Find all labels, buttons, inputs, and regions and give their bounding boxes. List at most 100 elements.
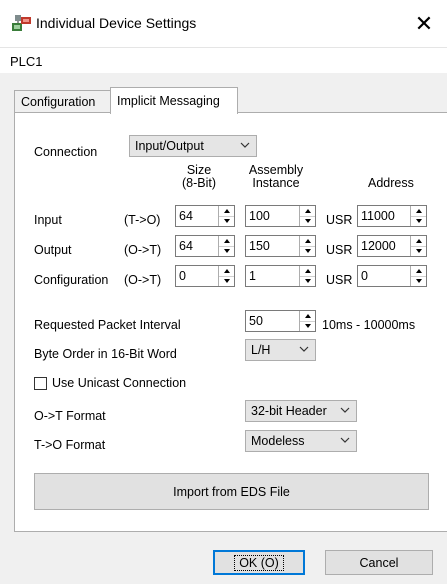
title-bar: Individual Device Settings ✕	[0, 0, 447, 47]
stepper-buttons	[410, 206, 426, 226]
chevron-down-icon	[340, 437, 350, 443]
output-label: Output	[34, 243, 72, 257]
size-header: Size (8-Bit)	[171, 164, 227, 190]
stepper-buttons	[299, 266, 315, 286]
arrow-down-icon	[415, 249, 422, 253]
import-eds-button[interactable]: Import from EDS File	[34, 473, 429, 510]
arrow-up-icon	[223, 269, 230, 273]
rpi-range: 10ms - 10000ms	[322, 318, 416, 332]
stepper-down-button[interactable]	[411, 216, 426, 226]
tab-implicit-messaging[interactable]: Implicit Messaging	[110, 87, 238, 114]
arrow-down-icon	[304, 279, 311, 283]
configuration-size-value: 0	[179, 269, 186, 283]
input-instance-stepper[interactable]: 100	[245, 205, 316, 227]
arrow-down-icon	[415, 279, 422, 283]
device-header: PLC1	[0, 47, 447, 73]
close-button[interactable]: ✕	[401, 0, 447, 47]
to-format-value: Modeless	[251, 434, 305, 448]
byte-order-label: Byte Order in 16-Bit Word	[34, 347, 177, 361]
network-devices-icon	[12, 15, 31, 31]
input-size-stepper[interactable]: 64	[175, 205, 235, 227]
arrow-down-icon	[223, 279, 230, 283]
stepper-buttons	[299, 236, 315, 256]
byte-order-select[interactable]: L/H	[245, 339, 316, 361]
configuration-size-stepper[interactable]: 0	[175, 265, 235, 287]
implicit-messaging-panel: Connection Input/Output Size (8-Bit) Ass…	[14, 112, 447, 532]
tab-configuration[interactable]: Configuration	[14, 90, 111, 112]
arrow-down-icon	[415, 219, 422, 223]
stepper-buttons	[410, 236, 426, 256]
configuration-address-stepper[interactable]: 0	[357, 265, 427, 287]
input-label: Input	[34, 213, 62, 227]
stepper-buttons	[218, 206, 234, 226]
configuration-direction: (O->T)	[124, 273, 162, 287]
output-size-stepper[interactable]: 64	[175, 235, 235, 257]
input-size-value: 64	[179, 209, 193, 223]
address-header: Address	[368, 176, 414, 190]
stepper-down-button[interactable]	[411, 276, 426, 286]
rpi-label: Requested Packet Interval	[34, 318, 181, 332]
tab-label: Implicit Messaging	[117, 94, 220, 108]
to-format-select[interactable]: Modeless	[245, 430, 357, 452]
ok-button[interactable]: OK (O)	[213, 550, 305, 575]
arrow-up-icon	[304, 269, 311, 273]
tab-label: Configuration	[21, 94, 96, 109]
input-address-stepper[interactable]: 11000	[357, 205, 427, 227]
stepper-down-button[interactable]	[300, 216, 315, 226]
arrow-up-icon	[415, 209, 422, 213]
close-icon: ✕	[414, 10, 434, 36]
ok-label: OK (O)	[234, 554, 284, 571]
arrow-down-icon	[304, 249, 311, 253]
configuration-address-prefix: USR	[326, 273, 353, 287]
device-name: PLC1	[10, 54, 43, 69]
input-address-value: 11000	[361, 209, 395, 223]
arrow-up-icon	[223, 239, 230, 243]
arrow-down-icon	[223, 249, 230, 253]
chevron-down-icon	[240, 142, 250, 148]
connection-value: Input/Output	[135, 139, 204, 153]
stepper-down-button[interactable]	[219, 276, 234, 286]
configuration-address-value: 0	[361, 269, 368, 283]
output-address-value: 12000	[361, 239, 396, 253]
output-address-prefix: USR	[326, 243, 353, 257]
connection-select[interactable]: Input/Output	[129, 135, 257, 157]
size-header-line2: (8-Bit)	[181, 176, 217, 190]
ot-format-value: 32-bit Header	[251, 404, 327, 418]
configuration-label: Configuration	[34, 273, 109, 287]
input-instance-value: 100	[249, 209, 270, 223]
assembly-header-line2: Instance	[252, 176, 300, 190]
output-address-stepper[interactable]: 12000	[357, 235, 427, 257]
output-instance-stepper[interactable]: 150	[245, 235, 316, 257]
rpi-value: 50	[249, 314, 263, 328]
rpi-stepper[interactable]: 50	[245, 310, 316, 332]
unicast-label: Use Unicast Connection	[52, 376, 187, 390]
stepper-down-button[interactable]	[411, 246, 426, 256]
stepper-buttons	[299, 206, 315, 226]
connection-label: Connection	[34, 145, 98, 159]
configuration-instance-stepper[interactable]: 1	[245, 265, 316, 287]
arrow-up-icon	[304, 209, 311, 213]
output-instance-value: 150	[249, 239, 270, 253]
arrow-up-icon	[415, 269, 422, 273]
arrow-up-icon	[304, 314, 311, 318]
cancel-button[interactable]: Cancel	[325, 550, 433, 575]
chevron-down-icon	[299, 346, 309, 352]
output-direction: (O->T)	[124, 243, 162, 257]
stepper-buttons	[218, 266, 234, 286]
arrow-up-icon	[304, 239, 311, 243]
assembly-instance-header: Assembly Instance	[236, 164, 316, 190]
stepper-down-button[interactable]	[300, 246, 315, 256]
unicast-checkbox[interactable]	[34, 377, 47, 390]
stepper-down-button[interactable]	[219, 216, 234, 226]
input-address-prefix: USR	[326, 213, 353, 227]
stepper-down-button[interactable]	[300, 276, 315, 286]
input-direction: (T->O)	[124, 213, 161, 227]
to-format-label: T->O Format	[34, 438, 106, 452]
arrow-up-icon	[223, 209, 230, 213]
stepper-down-button[interactable]	[219, 246, 234, 256]
chevron-down-icon	[340, 407, 350, 413]
stepper-down-button[interactable]	[300, 321, 315, 331]
arrow-down-icon	[304, 219, 311, 223]
cancel-label: Cancel	[359, 555, 399, 570]
ot-format-select[interactable]: 32-bit Header	[245, 400, 357, 422]
